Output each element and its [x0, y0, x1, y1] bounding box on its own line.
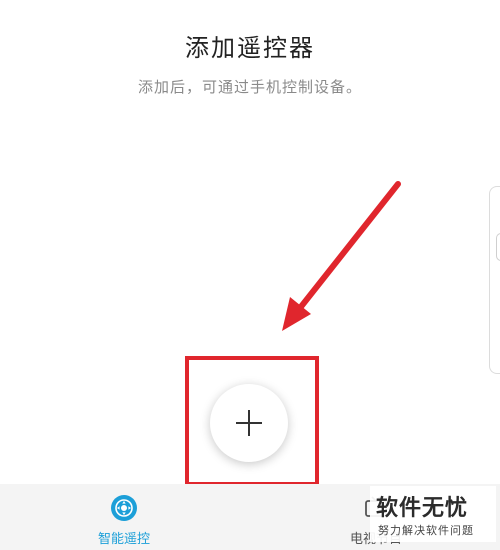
side-drawer-handle[interactable]	[489, 186, 500, 374]
add-remote-button[interactable]	[210, 384, 288, 462]
watermark-title: 软件无忧	[376, 496, 469, 521]
watermark-subtitle: 努力解决软件问题	[378, 524, 474, 537]
watermark: 软件无忧 努力解决软件问题	[370, 486, 496, 542]
handle-knob-icon	[496, 233, 500, 261]
page-subtitle: 添加后，可通过手机控制设备。	[137, 78, 362, 96]
screen: 添加遥控器 添加后，可通过手机控制设备。 智能遥控 软件无忧 努力解决软件问题	[0, 0, 500, 550]
plus-icon	[236, 410, 262, 436]
tab-smart-remote[interactable]: 智能遥控	[44, 484, 204, 550]
remote-control-icon	[111, 495, 137, 521]
page-title: 添加遥控器	[185, 34, 315, 62]
tab-label-smart-remote: 智能遥控	[97, 532, 150, 547]
